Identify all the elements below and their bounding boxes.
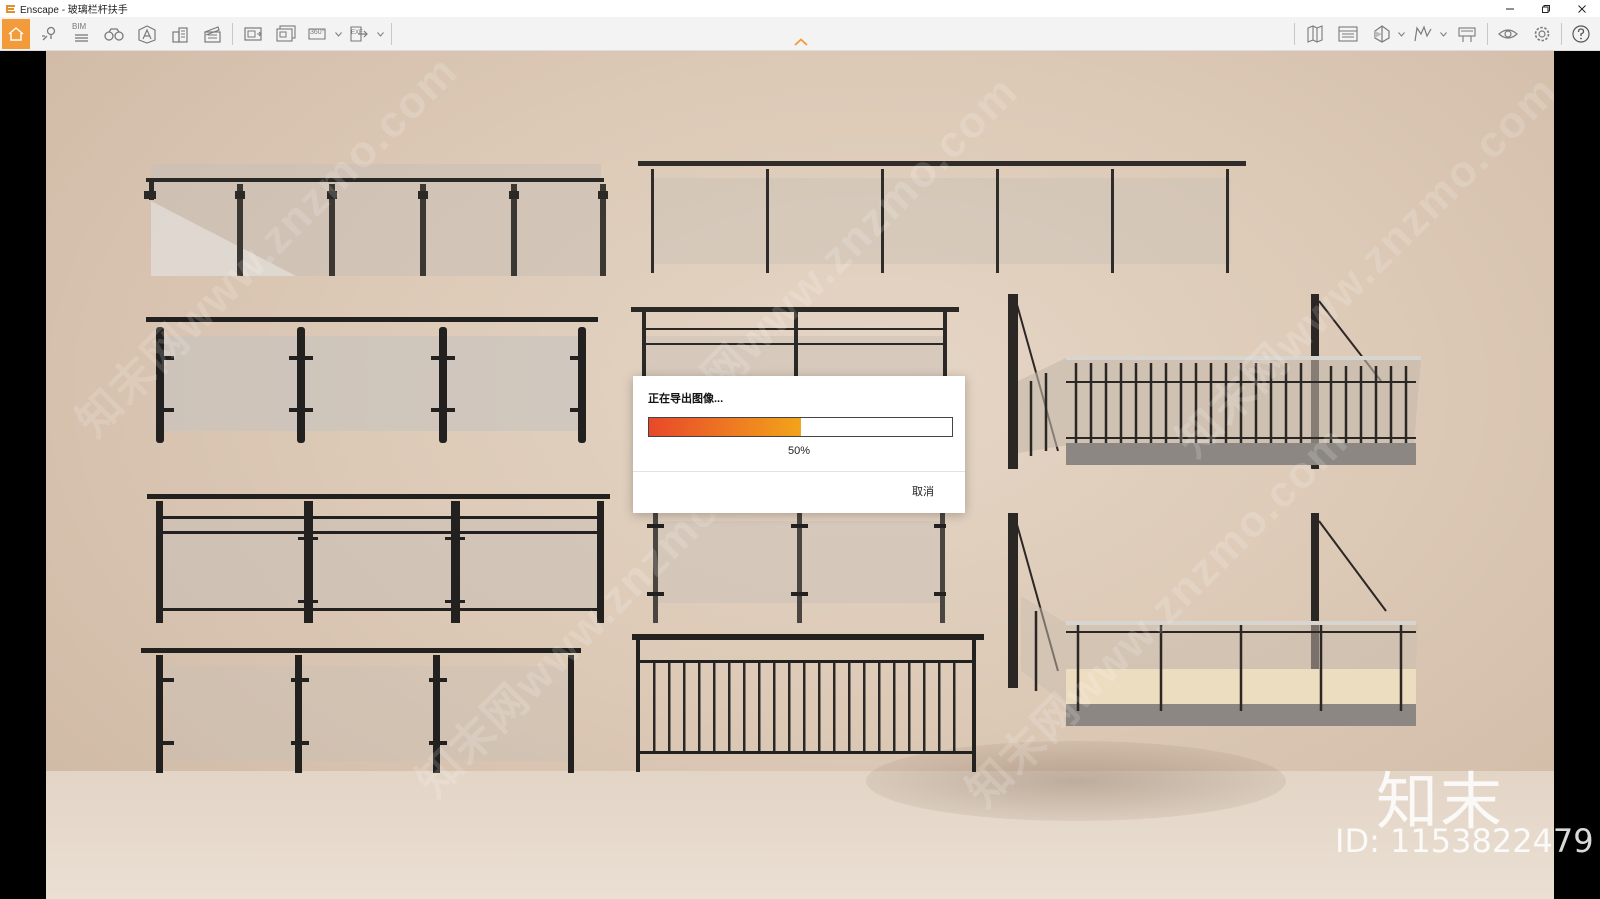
video-editor-button[interactable]: [199, 21, 225, 47]
dialog-divider: [633, 471, 965, 472]
bim-button[interactable]: BIM: [68, 21, 94, 47]
dialog-title: 正在导出图像...: [648, 393, 724, 405]
balcony-model-2: [1008, 513, 1418, 726]
chevron-down-icon: [376, 31, 384, 37]
export-button[interactable]: EXE: [346, 21, 372, 47]
enscape-window: Enscape - 玻璃栏杆扶手 BIM 360° EXE 知末网www.znz…: [0, 0, 1600, 899]
site-context-button[interactable]: [167, 21, 193, 47]
map-button[interactable]: [1302, 21, 1328, 47]
visual-settings-icon: [1498, 29, 1518, 39]
settings-gear-icon: [1534, 26, 1550, 42]
export-label: EXE: [351, 30, 364, 36]
asset-id-label: ID: 1153822479: [1335, 822, 1594, 860]
window-title: Enscape - 玻璃栏杆扶手: [20, 5, 128, 16]
settings-button[interactable]: [1529, 21, 1555, 47]
panorama-button[interactable]: 360°: [305, 21, 331, 47]
chevron-down-icon: [1439, 31, 1447, 37]
map-icon: [1307, 25, 1323, 43]
progress-fill: [649, 418, 801, 436]
view-mode-button[interactable]: [134, 21, 160, 47]
vr-headset-button[interactable]: [101, 21, 127, 47]
orthographic-view-icon: [1374, 25, 1390, 43]
panorama-label: 360°: [310, 29, 325, 36]
views-button[interactable]: [36, 21, 62, 47]
window-controls: [1492, 0, 1600, 17]
cancel-button[interactable]: 取消: [897, 480, 949, 502]
export-dropdown-caret[interactable]: [376, 30, 384, 38]
main-toolbar: BIM 360° EXE: [0, 17, 1600, 51]
title-bar: Enscape - 玻璃栏杆扶手: [0, 0, 1600, 17]
orthographic-view-button[interactable]: [1369, 21, 1395, 47]
buildings-icon: [172, 27, 188, 43]
railing-model-1: [144, 164, 608, 276]
binoculars-icon: [104, 28, 124, 41]
clapperboard-icon: [204, 26, 221, 43]
toolbar-separator: [232, 23, 233, 45]
panorama-dropdown-caret[interactable]: [334, 30, 342, 38]
railing-model-7: [141, 648, 581, 773]
minimize-button[interactable]: [1492, 0, 1528, 17]
toolbar-separator: [1487, 23, 1488, 45]
export-progress-dialog: 正在导出图像... 50% 取消: [633, 376, 965, 513]
view-dropdown-caret[interactable]: [1397, 30, 1405, 38]
minimize-icon: [1506, 8, 1514, 9]
walk-mode-button[interactable]: [1410, 21, 1436, 47]
toolbar-separator: [391, 23, 392, 45]
enscape-logo-icon: [4, 3, 16, 15]
restore-button[interactable]: [1528, 0, 1564, 17]
bim-panel-icon: [1338, 26, 1358, 42]
railing-model-2: [638, 161, 1246, 273]
screenshot-icon: [244, 27, 262, 41]
visual-settings-button[interactable]: [1495, 21, 1521, 47]
export-progress-bar: [648, 417, 953, 437]
location-pin-icon: [42, 26, 56, 41]
railing-model-8: [632, 634, 984, 772]
walk-mode-icon: [1414, 25, 1432, 42]
help-button[interactable]: [1568, 21, 1594, 47]
asset-library-button[interactable]: [1454, 21, 1480, 47]
walk-dropdown-caret[interactable]: [1439, 30, 1447, 38]
railing-model-6: [647, 511, 946, 623]
bim-panel-button[interactable]: [1335, 21, 1361, 47]
collapse-toolbar-button[interactable]: [793, 36, 809, 48]
chevron-down-icon: [1397, 31, 1405, 37]
close-button[interactable]: [1564, 0, 1600, 17]
home-button[interactable]: [2, 19, 30, 49]
batch-render-button[interactable]: [273, 21, 299, 47]
chevron-down-icon: [334, 31, 342, 37]
toolbar-separator: [1561, 23, 1562, 45]
close-icon: [1578, 4, 1586, 13]
toolbar-separator: [1294, 23, 1295, 45]
progress-percent: 50%: [787, 445, 811, 457]
restore-icon: [1542, 4, 1550, 13]
chevron-up-icon: [794, 38, 808, 46]
railing-model-5: [147, 494, 610, 623]
asset-library-icon: [1458, 27, 1476, 42]
help-icon: [1572, 25, 1590, 43]
bim-label: BIM: [72, 22, 87, 31]
home-icon: [8, 27, 24, 41]
render-image-button[interactable]: [240, 21, 266, 47]
railing-model-3: [146, 317, 598, 443]
batch-render-icon: [276, 25, 296, 42]
balcony-model-1: [1008, 294, 1421, 469]
view-perspective-icon: [138, 25, 156, 44]
